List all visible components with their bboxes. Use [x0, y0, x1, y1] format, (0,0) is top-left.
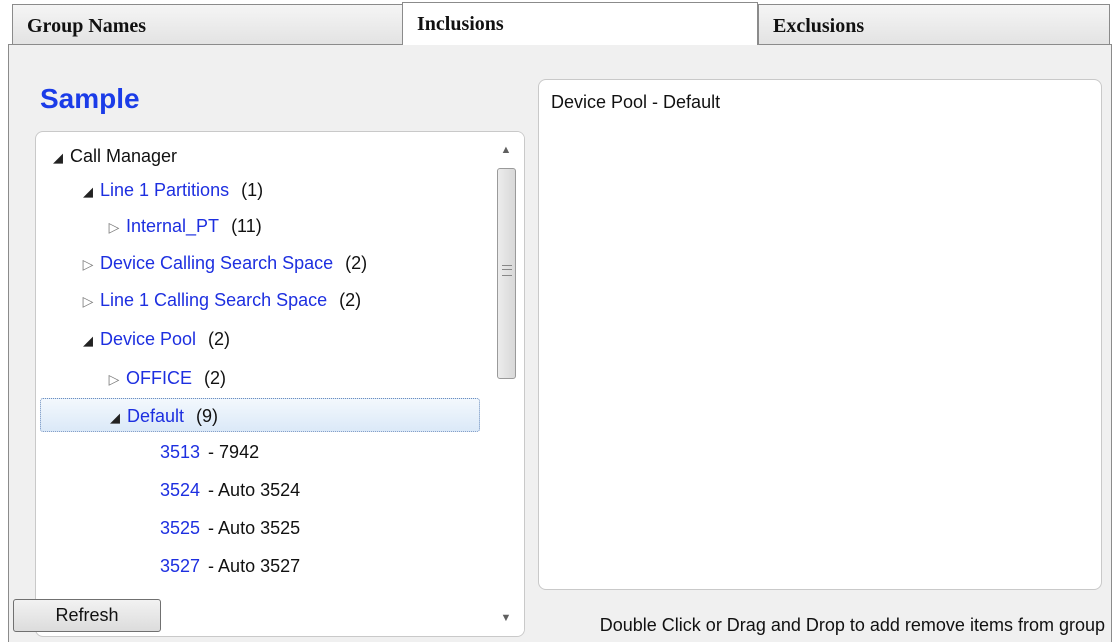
- tree-view[interactable]: ◢ Call Manager ◢ Line 1 Partitions (1) ▷ Int…: [35, 131, 525, 637]
- tree-item-count: (11): [231, 216, 262, 236]
- tree-item-label: Device Pool: [100, 329, 197, 349]
- tree-item-count: (2): [204, 368, 226, 388]
- inclusions-panel: Sample ◢ Call Manager ◢ Line 1 Partitions(…: [8, 44, 1112, 642]
- triangle-expanded-icon[interactable]: ◢: [46, 141, 70, 175]
- grip-icon: [502, 265, 512, 276]
- tab-exclusions[interactable]: Exclusions: [758, 4, 1110, 44]
- tree-item-line1-partitions[interactable]: ◢ Line 1 Partitions (1): [40, 173, 480, 207]
- tree-item-number[interactable]: 3513 - 7942: [40, 435, 480, 469]
- scrollbar-thumb[interactable]: [497, 168, 516, 379]
- tree-item-label: 3513: [160, 442, 201, 462]
- triangle-collapsed-icon[interactable]: ▷: [76, 284, 100, 318]
- tree-item-office[interactable]: ▷ OFFICE (2): [40, 361, 480, 395]
- tree-item-description: - Auto 3525: [208, 518, 301, 538]
- instruction-text: Double Click or Drag and Drop to add rem…: [599, 615, 1105, 635]
- triangle-expanded-icon[interactable]: ◢: [103, 401, 127, 435]
- tree-item-label: Line 1 Calling Search Space: [100, 290, 328, 310]
- tree-item-default[interactable]: ◢ Default (9): [40, 398, 480, 432]
- tree-item-label: 3525: [160, 518, 201, 538]
- tree-item-label: Device Calling Search Space: [100, 253, 334, 273]
- refresh-button[interactable]: Refresh: [13, 599, 161, 632]
- tree-scrollbar[interactable]: ▲ ▼: [488, 132, 524, 636]
- tab-group-names[interactable]: Group Names: [12, 4, 404, 44]
- tab-inclusions[interactable]: Inclusions: [402, 2, 758, 45]
- triangle-collapsed-icon[interactable]: ▷: [102, 362, 126, 396]
- tree-item-label: Internal_PT: [126, 216, 220, 236]
- tree-item-label: Call Manager: [70, 146, 178, 166]
- tree-item-count: (2): [208, 329, 231, 349]
- tree-item-count: (2): [339, 290, 362, 310]
- triangle-expanded-icon[interactable]: ◢: [76, 324, 100, 358]
- group-member-item[interactable]: Device Pool - Default: [551, 92, 1101, 113]
- tree-item-line1-calling-search-space[interactable]: ▷ Line 1 Calling Search Space (2): [40, 283, 480, 317]
- tab-bar: Group Names Inclusions Exclusions: [0, 0, 1116, 45]
- tree-item-description: - Auto 3527: [208, 556, 301, 576]
- tree-item-label: Default: [127, 406, 185, 426]
- tree-item-number[interactable]: 3525 - Auto 3525: [40, 511, 480, 545]
- tree-item-device-pool[interactable]: ◢ Device Pool (2): [40, 322, 480, 356]
- triangle-collapsed-icon[interactable]: ▷: [102, 210, 126, 244]
- tree-item-label: 3524: [160, 480, 201, 500]
- triangle-collapsed-icon[interactable]: ▷: [76, 247, 100, 281]
- tree-item-number[interactable]: 3524 - Auto 3524: [40, 473, 480, 507]
- tree-item-count: (2): [345, 253, 368, 273]
- tree-item-description: - Auto 3524: [208, 480, 301, 500]
- tree-item-label: 3527: [160, 556, 201, 576]
- tree-item-description: - 7942: [208, 442, 260, 462]
- tree-item-call-manager[interactable]: ◢ Call Manager: [40, 139, 480, 173]
- sample-title: Sample: [40, 83, 140, 114]
- tree-item-count: (1): [241, 180, 264, 200]
- tree-item-internal-pt[interactable]: ▷ Internal_PT (11): [40, 209, 480, 243]
- triangle-expanded-icon[interactable]: ◢: [76, 175, 100, 209]
- tree-item-count: (9): [196, 406, 219, 426]
- group-members-list[interactable]: Device Pool - Default: [538, 79, 1102, 590]
- scroll-up-arrow-icon[interactable]: ▲: [498, 142, 514, 158]
- tree-item-label: Line 1 Partitions: [100, 180, 230, 200]
- tree-item-device-calling-search-space[interactable]: ▷ Device Calling Search Space (2): [40, 246, 480, 280]
- tree-item-label: OFFICE: [126, 368, 192, 388]
- scroll-down-arrow-icon[interactable]: ▼: [498, 610, 514, 626]
- tree-item-number[interactable]: 3527 - Auto 3527: [40, 549, 480, 583]
